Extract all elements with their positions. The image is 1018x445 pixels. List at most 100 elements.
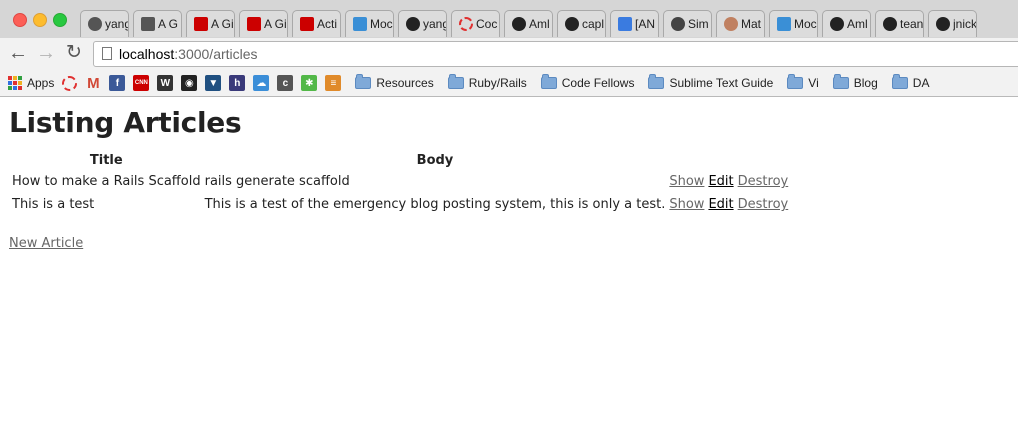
rails-icon <box>194 17 208 31</box>
browser-tab[interactable]: A Gi <box>186 10 235 37</box>
window-close-button[interactable] <box>13 13 27 27</box>
bookmark-item[interactable]: W <box>157 75 174 91</box>
table-row: How to make a Rails Scaffold rails gener… <box>11 171 789 192</box>
edit-link[interactable]: Edit <box>708 174 733 189</box>
article-title: This is a test <box>12 197 95 212</box>
article-body: This is a test of the emergency blog pos… <box>204 197 666 212</box>
facebook-icon: f <box>109 75 126 91</box>
bookmark-item[interactable]: f <box>109 75 126 91</box>
folder-icon <box>832 74 849 89</box>
c-icon: c <box>277 75 294 91</box>
leaf-icon: ✱ <box>301 75 318 91</box>
bookmark-item[interactable]: ≡ <box>325 75 342 91</box>
article-title: How to make a Rails Scaffold <box>12 174 201 189</box>
apps-grid-icon <box>8 76 22 90</box>
tab-label: Aml <box>847 17 868 31</box>
column-header-title: Title <box>89 153 123 168</box>
browser-tab[interactable]: [AN <box>610 10 659 37</box>
browser-tab[interactable]: Moc <box>345 10 394 37</box>
tab-label: Aml <box>529 17 550 31</box>
destroy-link[interactable]: Destroy <box>738 174 789 189</box>
articles-table: Title Body How to make a Rails Scaffold … <box>9 150 791 217</box>
browser-tab[interactable]: Aml <box>504 10 553 37</box>
browser-chrome: yang A G A Gi A Gi Acti Moc yang Coc Aml capl [AN S… <box>0 0 1018 97</box>
tab-label: jnick <box>953 17 976 31</box>
bookmark-item[interactable]: Ruby/Rails <box>447 74 527 90</box>
bookmark-label: DA <box>912 76 930 90</box>
back-button[interactable]: ← <box>8 43 28 63</box>
browser-tab[interactable]: Moc <box>769 10 818 37</box>
folder-icon <box>447 74 464 89</box>
window-minimize-button[interactable] <box>33 13 47 27</box>
github-icon <box>883 17 897 31</box>
tab-label: Coc <box>476 17 498 31</box>
rails-icon <box>300 17 314 31</box>
bookmark-item[interactable]: Resources <box>355 74 434 90</box>
browser-tab[interactable]: capl <box>557 10 606 37</box>
new-article-link[interactable]: New Article <box>9 236 83 251</box>
cnn-icon: CNN <box>133 75 150 91</box>
destroy-link[interactable]: Destroy <box>738 197 789 212</box>
github-icon <box>830 17 844 31</box>
address-bar[interactable]: localhost:3000/articles <box>93 41 1018 67</box>
browser-tab[interactable]: yang <box>80 10 129 37</box>
bookmark-label: Ruby/Rails <box>468 76 527 90</box>
browser-tab[interactable]: Sim <box>663 10 712 37</box>
browser-tab[interactable]: Coc <box>451 10 500 37</box>
bookmark-item[interactable]: DA <box>891 74 930 90</box>
browser-tab[interactable]: A Gi <box>239 10 288 37</box>
tab-label: Sim <box>688 17 709 31</box>
bookmark-item[interactable]: CNN <box>133 75 150 91</box>
browser-tab[interactable]: A G <box>133 10 182 37</box>
column-header-body: Body <box>416 153 454 168</box>
github-icon <box>936 17 950 31</box>
bookmark-item[interactable]: Apps <box>8 76 54 90</box>
bookmark-label: Resources <box>376 76 434 90</box>
bookmark-item[interactable]: Code Fellows <box>540 74 634 90</box>
tab-list: yang A G A Gi A Gi Acti Moc yang Coc Aml capl [AN S… <box>80 10 981 38</box>
bookmark-item[interactable]: c <box>277 75 294 91</box>
tab-label: [AN <box>635 17 656 31</box>
bookmarks-bar: Apps Mf CNN W ◉ ▼ h ☁ c ✱ ≡ Resources Ruby/Rails Code… <box>0 70 1018 96</box>
avatar-icon <box>724 17 738 31</box>
bookmark-item[interactable] <box>62 75 78 91</box>
bookmark-item[interactable]: ◉ <box>181 75 198 91</box>
browser-tab[interactable]: Mat <box>716 10 765 37</box>
bookmark-item[interactable]: Blog <box>832 74 878 90</box>
rails-icon <box>247 17 261 31</box>
bookmark-label: Blog <box>853 76 878 90</box>
edit-link[interactable]: Edit <box>708 197 733 212</box>
show-link[interactable]: Show <box>669 174 704 189</box>
url-text[interactable]: localhost:3000/articles <box>119 46 258 62</box>
tab-label: A G <box>158 17 179 31</box>
toolbar: ← → ↻ localhost:3000/articles <box>0 38 1018 70</box>
bookmark-item[interactable]: ✱ <box>301 75 318 91</box>
mocha-icon <box>353 17 367 31</box>
bitbucket-icon: ▼ <box>205 75 222 91</box>
page-title: Listing Articles <box>9 106 242 139</box>
bookmark-item[interactable]: Sublime Text Guide <box>648 74 773 90</box>
bookmark-item[interactable]: ▼ <box>205 75 222 91</box>
browser-tab[interactable]: tean <box>875 10 924 37</box>
tab-label: A Gi <box>264 17 287 31</box>
h-icon: h <box>229 75 246 91</box>
folder-icon <box>355 74 372 89</box>
forward-button[interactable]: → <box>36 43 56 63</box>
tab-label: Moc <box>794 17 817 31</box>
github-icon <box>512 17 526 31</box>
browser-tab[interactable]: jnick <box>928 10 977 37</box>
browser-tab[interactable]: yang <box>398 10 447 37</box>
browser-tab[interactable]: Acti <box>292 10 341 37</box>
tab-label: Mat <box>741 17 762 31</box>
tab-label: yang <box>105 17 128 31</box>
window-maximize-button[interactable] <box>53 13 67 27</box>
bookmark-item[interactable]: Vi <box>787 74 819 90</box>
show-link[interactable]: Show <box>669 197 704 212</box>
browser-tab[interactable]: Aml <box>822 10 871 37</box>
bookmark-item[interactable]: M <box>85 75 101 92</box>
tab-label: tean <box>900 17 923 31</box>
bookmark-item[interactable]: ☁ <box>253 75 270 91</box>
reload-button[interactable]: ↻ <box>66 43 82 63</box>
book-icon <box>141 17 155 31</box>
bookmark-item[interactable]: h <box>229 75 246 91</box>
